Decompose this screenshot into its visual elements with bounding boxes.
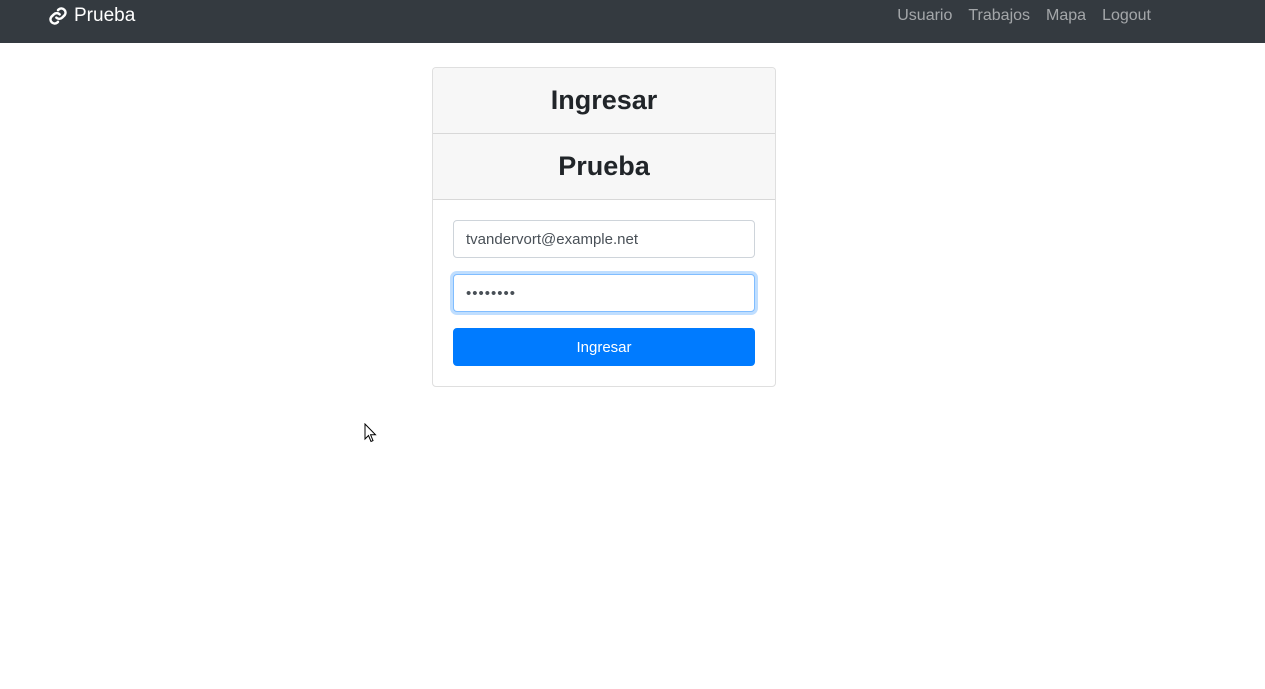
- card-title: Ingresar: [550, 85, 658, 115]
- nav-links: Usuario Trabajos Mapa Logout: [897, 6, 1151, 26]
- login-form: Ingresar: [433, 200, 775, 386]
- login-card: Ingresar Prueba Ingresar: [432, 67, 776, 387]
- nav-link-usuario[interactable]: Usuario: [897, 6, 952, 26]
- link-icon: [48, 6, 68, 26]
- nav-link-trabajos[interactable]: Trabajos: [968, 6, 1030, 26]
- password-field[interactable]: [453, 274, 755, 312]
- nav-link-mapa[interactable]: Mapa: [1046, 6, 1086, 26]
- brand-label: Prueba: [74, 5, 136, 26]
- brand-link[interactable]: Prueba: [48, 4, 135, 28]
- top-navbar: Prueba Usuario Trabajos Mapa Logout: [0, 0, 1265, 43]
- email-field[interactable]: [453, 220, 755, 258]
- nav-link-logout[interactable]: Logout: [1102, 6, 1151, 26]
- card-subtitle: Prueba: [558, 151, 650, 181]
- submit-button[interactable]: Ingresar: [453, 328, 755, 366]
- card-header-title: Ingresar: [433, 68, 775, 134]
- card-header-subtitle: Prueba: [433, 134, 775, 200]
- mouse-cursor-icon: [364, 423, 377, 443]
